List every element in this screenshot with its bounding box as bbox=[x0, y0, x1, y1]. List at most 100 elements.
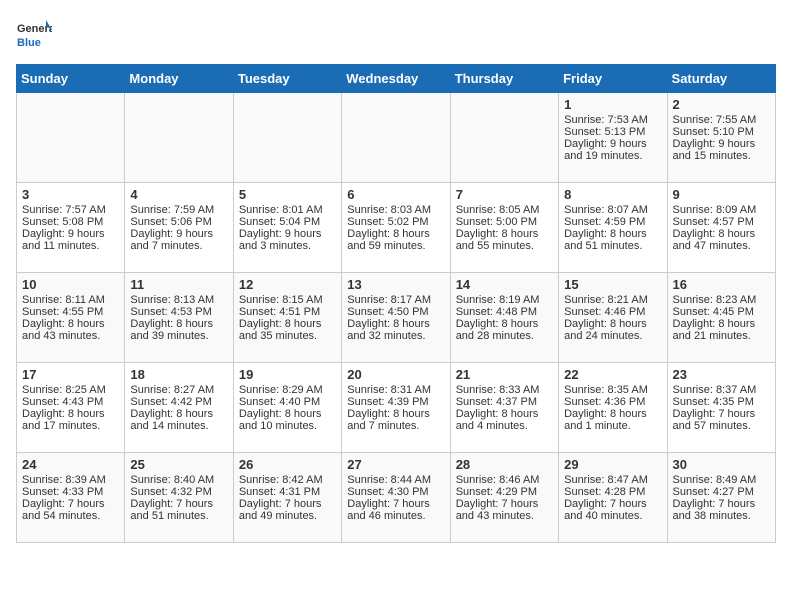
day-info: Sunset: 5:02 PM bbox=[347, 216, 444, 228]
day-header-friday: Friday bbox=[559, 65, 667, 93]
calendar-cell: 21Sunrise: 8:33 AMSunset: 4:37 PMDayligh… bbox=[450, 363, 558, 453]
day-info: Sunset: 5:08 PM bbox=[22, 216, 119, 228]
day-info: Daylight: 8 hours and 10 minutes. bbox=[239, 408, 336, 432]
calendar-cell: 6Sunrise: 8:03 AMSunset: 5:02 PMDaylight… bbox=[342, 183, 450, 273]
day-number: 13 bbox=[347, 277, 444, 292]
calendar-cell: 3Sunrise: 7:57 AMSunset: 5:08 PMDaylight… bbox=[17, 183, 125, 273]
day-number: 1 bbox=[564, 97, 661, 112]
calendar-cell: 15 Sunrise: 8:21 AMSunset: 4:46 PMDayligh… bbox=[559, 273, 667, 363]
day-info: Sunrise: 8:01 AM bbox=[239, 204, 336, 216]
day-info: Sunset: 4:45 PM bbox=[673, 306, 770, 318]
day-info: Sunrise: 8:23 AM bbox=[673, 294, 770, 306]
calendar-cell: 18Sunrise: 8:27 AMSunset: 4:42 PMDayligh… bbox=[125, 363, 233, 453]
calendar-cell bbox=[450, 93, 558, 183]
day-info: Daylight: 8 hours and 39 minutes. bbox=[130, 318, 227, 342]
calendar-table: SundayMondayTuesdayWednesdayThursdayFrid… bbox=[16, 64, 776, 543]
day-info: Daylight: 7 hours and 57 minutes. bbox=[673, 408, 770, 432]
day-number: 15 bbox=[564, 277, 661, 292]
day-number: 23 bbox=[673, 367, 770, 382]
calendar-cell: 13Sunrise: 8:17 AMSunset: 4:50 PMDayligh… bbox=[342, 273, 450, 363]
day-number: 27 bbox=[347, 457, 444, 472]
day-number: 4 bbox=[130, 187, 227, 202]
day-header-monday: Monday bbox=[125, 65, 233, 93]
day-info: Daylight: 8 hours and 28 minutes. bbox=[456, 318, 553, 342]
calendar-cell bbox=[342, 93, 450, 183]
day-info: Sunrise: 8:15 AM bbox=[239, 294, 336, 306]
day-info: Sunset: 4:39 PM bbox=[347, 396, 444, 408]
calendar-cell: 30Sunrise: 8:49 AMSunset: 4:27 PMDayligh… bbox=[667, 453, 775, 543]
svg-text:Blue: Blue bbox=[17, 37, 41, 49]
day-info: Sunrise: 8:49 AM bbox=[673, 474, 770, 486]
day-info: Daylight: 8 hours and 4 minutes. bbox=[456, 408, 553, 432]
day-header-wednesday: Wednesday bbox=[342, 65, 450, 93]
day-info: Sunrise: 8:46 AM bbox=[456, 474, 553, 486]
day-info: Sunrise: 7:53 AM bbox=[564, 114, 661, 126]
day-number: 14 bbox=[456, 277, 553, 292]
day-info: Sunrise: 8:05 AM bbox=[456, 204, 553, 216]
day-info: Sunrise: 8:33 AM bbox=[456, 384, 553, 396]
day-info: Sunrise: 8:47 AM bbox=[564, 474, 661, 486]
day-info: Daylight: 7 hours and 38 minutes. bbox=[673, 498, 770, 522]
calendar-cell: 2Sunrise: 7:55 AMSunset: 5:10 PMDaylight… bbox=[667, 93, 775, 183]
day-info: Sunset: 4:37 PM bbox=[456, 396, 553, 408]
day-number: 19 bbox=[239, 367, 336, 382]
calendar-cell: 20Sunrise: 8:31 AMSunset: 4:39 PMDayligh… bbox=[342, 363, 450, 453]
day-number: 9 bbox=[673, 187, 770, 202]
day-number: 25 bbox=[130, 457, 227, 472]
calendar-cell bbox=[125, 93, 233, 183]
day-info: Sunrise: 8:11 AM bbox=[22, 294, 119, 306]
day-number: 24 bbox=[22, 457, 119, 472]
day-number: 3 bbox=[22, 187, 119, 202]
day-number: 29 bbox=[564, 457, 661, 472]
day-number: 17 bbox=[22, 367, 119, 382]
day-info: Daylight: 7 hours and 46 minutes. bbox=[347, 498, 444, 522]
day-info: Sunset: 4:30 PM bbox=[347, 486, 444, 498]
day-info: Sunrise: 8:21 AM bbox=[564, 294, 661, 306]
calendar-cell: 22Sunrise: 8:35 AMSunset: 4:36 PMDayligh… bbox=[559, 363, 667, 453]
day-info: Sunrise: 8:42 AM bbox=[239, 474, 336, 486]
day-info: Sunrise: 8:19 AM bbox=[456, 294, 553, 306]
day-info: Sunrise: 8:39 AM bbox=[22, 474, 119, 486]
calendar-cell: 28Sunrise: 8:46 AMSunset: 4:29 PMDayligh… bbox=[450, 453, 558, 543]
day-info: Sunset: 5:04 PM bbox=[239, 216, 336, 228]
calendar-cell: 1Sunrise: 7:53 AMSunset: 5:13 PMDaylight… bbox=[559, 93, 667, 183]
day-info: Sunset: 4:36 PM bbox=[564, 396, 661, 408]
calendar-cell: 17Sunrise: 8:25 AMSunset: 4:43 PMDayligh… bbox=[17, 363, 125, 453]
day-info: Sunrise: 8:07 AM bbox=[564, 204, 661, 216]
calendar-cell: 8Sunrise: 8:07 AMSunset: 4:59 PMDaylight… bbox=[559, 183, 667, 273]
day-header-saturday: Saturday bbox=[667, 65, 775, 93]
calendar-cell: 29Sunrise: 8:47 AMSunset: 4:28 PMDayligh… bbox=[559, 453, 667, 543]
calendar-cell: 27Sunrise: 8:44 AMSunset: 4:30 PMDayligh… bbox=[342, 453, 450, 543]
day-info: Sunset: 4:46 PM bbox=[564, 306, 661, 318]
day-info: Daylight: 8 hours and 24 minutes. bbox=[564, 318, 661, 342]
day-info: Sunrise: 8:13 AM bbox=[130, 294, 227, 306]
day-info: Sunrise: 8:40 AM bbox=[130, 474, 227, 486]
day-number: 5 bbox=[239, 187, 336, 202]
day-info: Sunset: 5:10 PM bbox=[673, 126, 770, 138]
day-info: Daylight: 8 hours and 51 minutes. bbox=[564, 228, 661, 252]
calendar-cell: 26Sunrise: 8:42 AMSunset: 4:31 PMDayligh… bbox=[233, 453, 341, 543]
day-info: Daylight: 8 hours and 47 minutes. bbox=[673, 228, 770, 252]
day-info: Sunset: 4:50 PM bbox=[347, 306, 444, 318]
day-info: Sunset: 4:48 PM bbox=[456, 306, 553, 318]
day-header-thursday: Thursday bbox=[450, 65, 558, 93]
calendar-cell: 12Sunrise: 8:15 AMSunset: 4:51 PMDayligh… bbox=[233, 273, 341, 363]
day-header-sunday: Sunday bbox=[17, 65, 125, 93]
day-info: Sunset: 4:31 PM bbox=[239, 486, 336, 498]
day-header-tuesday: Tuesday bbox=[233, 65, 341, 93]
day-info: Sunset: 5:06 PM bbox=[130, 216, 227, 228]
day-info: Daylight: 9 hours and 15 minutes. bbox=[673, 138, 770, 162]
day-info: Sunset: 4:33 PM bbox=[22, 486, 119, 498]
day-info: Daylight: 8 hours and 32 minutes. bbox=[347, 318, 444, 342]
day-info: Sunset: 5:13 PM bbox=[564, 126, 661, 138]
day-number: 8 bbox=[564, 187, 661, 202]
page-header: General Blue bbox=[16, 16, 776, 52]
day-info: Daylight: 8 hours and 14 minutes. bbox=[130, 408, 227, 432]
day-info: Daylight: 7 hours and 51 minutes. bbox=[130, 498, 227, 522]
calendar-cell bbox=[233, 93, 341, 183]
day-info: Daylight: 8 hours and 43 minutes. bbox=[22, 318, 119, 342]
day-info: Sunset: 4:53 PM bbox=[130, 306, 227, 318]
day-info: Sunset: 4:55 PM bbox=[22, 306, 119, 318]
day-info: Sunset: 5:00 PM bbox=[456, 216, 553, 228]
day-info: Daylight: 8 hours and 7 minutes. bbox=[347, 408, 444, 432]
